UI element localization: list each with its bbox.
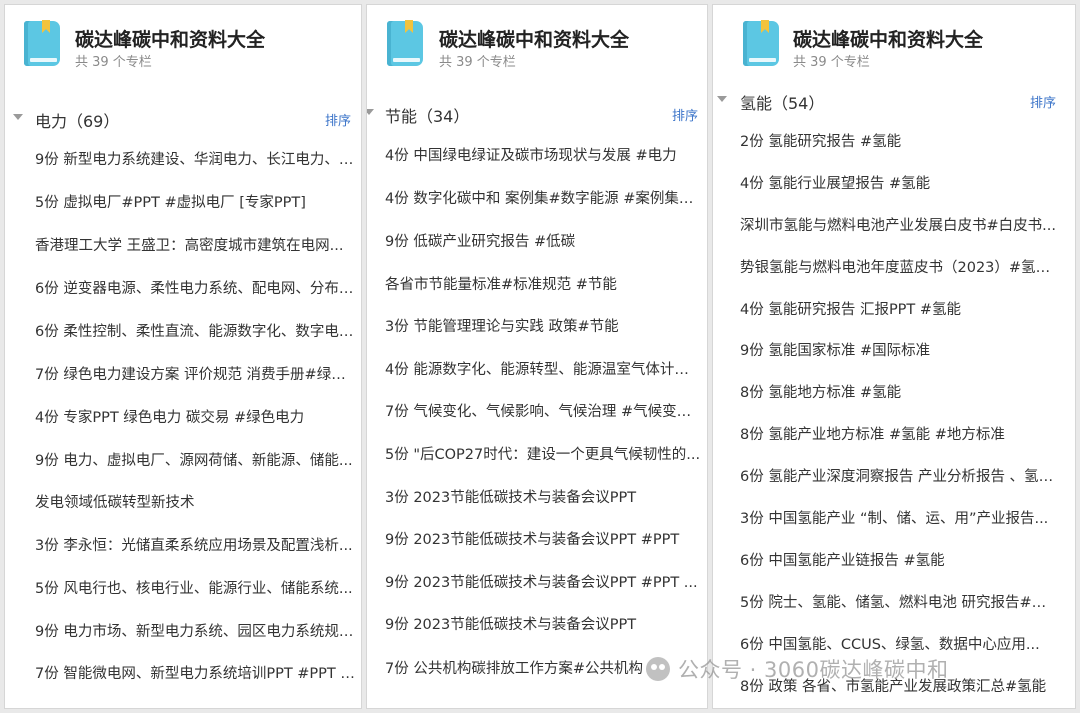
list-item[interactable]: 9份 低碳产业研究报告 #低碳: [385, 229, 701, 255]
list-item[interactable]: 8份 氢能地方标准 #氢能: [740, 380, 1060, 406]
caret-down-icon[interactable]: [717, 96, 727, 102]
list-item[interactable]: 7份 气候变化、气候影响、气候治理 #气候变化...: [385, 399, 701, 425]
list-item[interactable]: 9份 2023节能低碳技术与装备会议PPT #PPT ...: [385, 570, 701, 596]
panel-header: 碳达峰碳中和资料大全 共 39 个专栏: [5, 5, 361, 75]
section-title: 氢能（54）: [740, 94, 825, 113]
list-item[interactable]: 8份 政策 各省、市氢能产业发展政策汇总#氢能: [740, 674, 1060, 700]
list-item[interactable]: 8份 氢能产业地方标准 #氢能 #地方标准: [740, 422, 1060, 448]
panel-title: 碳达峰碳中和资料大全: [439, 29, 630, 51]
section-title: 电力（69）: [35, 112, 120, 131]
list-item[interactable]: 3份 中国氢能产业 “制、储、运、用”产业报告...: [740, 506, 1060, 532]
sort-button[interactable]: 排序: [1030, 92, 1056, 111]
caret-down-icon[interactable]: [367, 109, 374, 115]
list-item[interactable]: 9份 氢能国家标准 #国际标准: [740, 338, 1060, 364]
list-item[interactable]: 7份 绿色电力建设方案 评价规范 消费手册#绿色电力: [35, 362, 355, 388]
list-item[interactable]: 3份 2023节能低碳技术与装备会议PPT: [385, 485, 701, 511]
book-icon: [24, 20, 60, 66]
list-item[interactable]: 5份 "后COP27时代：建设一个更具气候韧性的...: [385, 442, 701, 468]
list-item[interactable]: 6份 中国氢能、CCUS、绿氢、数据中心应用...: [740, 632, 1060, 658]
list-item[interactable]: 6份 氢能产业深度洞察报告 产业分析报告 、氢能...: [740, 464, 1060, 490]
list-item[interactable]: 势银氢能与燃料电池年度蓝皮书（2023）#氢能...: [740, 255, 1060, 281]
list-item[interactable]: 各省市节能量标准#标准规范 #节能: [385, 272, 701, 298]
panel-header: 碳达峰碳中和资料大全 共 39 个专栏: [713, 5, 1075, 75]
list-item[interactable]: 5份 风电行也、核电行业、能源行业、储能系统...: [35, 576, 355, 602]
panel-subtitle: 共 39 个专栏: [793, 55, 870, 70]
list-item[interactable]: 发电领域低碳转型新技术: [35, 490, 355, 516]
list-item[interactable]: 6份 中国氢能产业链报告 #氢能: [740, 548, 1060, 574]
list-item[interactable]: 9份 2023节能低碳技术与装备会议PPT: [385, 612, 701, 638]
column-panel-energy-saving: 碳达峰碳中和资料大全 共 39 个专栏 节能（34） 排序 4份 中国绿电绿证及…: [366, 4, 708, 709]
list-item[interactable]: 7份 公共机构碳排放工作方案#公共机构: [385, 656, 665, 682]
book-icon: [743, 20, 779, 66]
section-header[interactable]: 氢能（54） 排序: [713, 88, 1075, 114]
column-panel-power: 碳达峰碳中和资料大全 共 39 个专栏 电力（69） 排序 9份 新型电力系统建…: [4, 4, 362, 709]
list-item[interactable]: 4份 中国绿电绿证及碳市场现状与发展 #电力: [385, 143, 701, 169]
list-item[interactable]: 深圳市氢能与燃料电池产业发展白皮书#白皮书...: [740, 213, 1060, 239]
list-item[interactable]: 6份 柔性控制、柔性直流、能源数字化、数字电网...: [35, 319, 355, 345]
list-item[interactable]: 4份 能源数字化、能源转型、能源温室气体计算...: [385, 357, 701, 383]
list-item[interactable]: 5份 院士、氢能、储氢、燃料电池 研究报告#氢能: [740, 590, 1060, 616]
panel-title: 碳达峰碳中和资料大全: [75, 29, 266, 51]
list-item[interactable]: 5份 虚拟电厂#PPT #虚拟电厂 [专家PPT]: [35, 190, 355, 216]
list-item[interactable]: 9份 电力市场、新型电力系统、园区电力系统规划...: [35, 619, 355, 645]
list-item[interactable]: 3份 李永恒：光储直柔系统应用场景及配置浅析...: [35, 533, 355, 559]
list-item[interactable]: 4份 专家PPT 绿色电力 碳交易 #绿色电力: [35, 405, 355, 431]
list-item[interactable]: 3份 节能管理理论与实践 政策#节能: [385, 314, 701, 340]
book-icon: [387, 20, 423, 66]
list-item[interactable]: 2份 氢能研究报告 #氢能: [740, 129, 1060, 155]
caret-down-icon[interactable]: [13, 114, 23, 120]
list-item[interactable]: 7份 智能微电网、新型电力系统培训PPT #PPT #电力: [35, 661, 355, 687]
list-item[interactable]: 香港理工大学 王盛卫：高密度城市建筑在电网...: [35, 233, 355, 259]
list-item[interactable]: 6份 逆变器电源、柔性电力系统、配电网、分布式...: [35, 276, 355, 302]
list-item[interactable]: 9份 电力、虚拟电厂、源网荷储、新能源、储能...: [35, 448, 355, 474]
sort-button[interactable]: 排序: [672, 105, 698, 124]
list-item[interactable]: 4份 氢能行业展望报告 #氢能: [740, 171, 1060, 197]
list-item[interactable]: 9份 新型电力系统建设、华润电力、长江电力、国家电网...: [35, 147, 355, 173]
panel-header: 碳达峰碳中和资料大全 共 39 个专栏: [367, 5, 707, 75]
panel-subtitle: 共 39 个专栏: [75, 55, 152, 70]
list-item[interactable]: 4份 氢能研究报告 汇报PPT #氢能: [740, 297, 1060, 323]
section-header[interactable]: 节能（34） 排序: [367, 101, 707, 127]
panel-title: 碳达峰碳中和资料大全: [793, 29, 984, 51]
list-item[interactable]: 9份 2023节能低碳技术与装备会议PPT #PPT: [385, 527, 701, 553]
column-panel-hydrogen: 碳达峰碳中和资料大全 共 39 个专栏 氢能（54） 排序 2份 氢能研究报告 …: [712, 4, 1076, 709]
section-title: 节能（34）: [385, 107, 470, 126]
list-item[interactable]: 4份 数字化碳中和 案例集#数字能源 #案例集锦...: [385, 186, 701, 212]
panel-subtitle: 共 39 个专栏: [439, 55, 516, 70]
sort-button[interactable]: 排序: [325, 110, 351, 129]
section-header[interactable]: 电力（69） 排序: [5, 106, 361, 132]
